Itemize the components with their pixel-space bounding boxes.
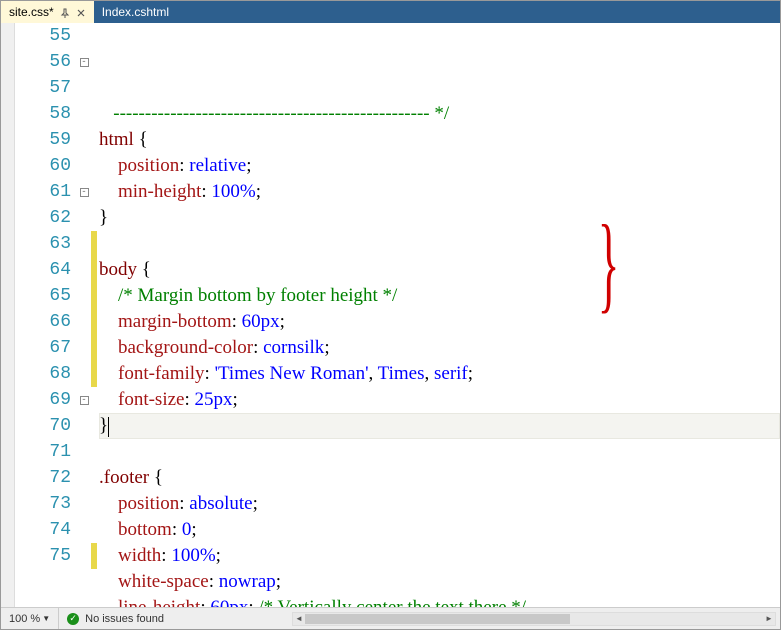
line-number: 71 [15, 439, 71, 465]
line-number: 73 [15, 491, 71, 517]
line-number: 74 [15, 517, 71, 543]
text-cursor [108, 417, 109, 437]
code-line[interactable]: line-height: 60px; /* Vertically center … [99, 595, 780, 607]
code-line[interactable]: position: absolute; [99, 491, 780, 517]
code-line[interactable]: white-space: nowrap; [99, 569, 780, 595]
tab-bar: site.css* Index.cshtml [1, 1, 780, 23]
code-line[interactable]: min-height: 100%; [99, 179, 780, 205]
line-number-gutter: 5556575859606162636465666768697071727374… [15, 23, 77, 607]
line-number: 69 [15, 387, 71, 413]
line-number: 60 [15, 153, 71, 179]
chevron-down-icon: ▼ [42, 614, 50, 623]
code-line[interactable]: bottom: 0; [99, 517, 780, 543]
status-message: ✓ No issues found [59, 613, 172, 625]
code-line[interactable]: html { [99, 127, 780, 153]
code-editor[interactable]: } --------------------------------------… [97, 23, 780, 607]
collapse-toggle-icon[interactable]: - [80, 58, 89, 67]
line-number: 61 [15, 179, 71, 205]
code-line[interactable] [99, 231, 780, 257]
close-icon[interactable] [76, 7, 86, 17]
code-line[interactable]: /* Margin bottom by footer height */ [99, 283, 780, 309]
line-number: 66 [15, 309, 71, 335]
editor-window: site.css* Index.cshtml 55565758596061626… [0, 0, 781, 630]
code-line[interactable]: font-size: 25px; [99, 387, 780, 413]
code-line[interactable]: } [99, 413, 780, 439]
tab-index-cshtml[interactable]: Index.cshtml [94, 1, 177, 23]
line-number: 57 [15, 75, 71, 101]
pin-icon[interactable] [60, 7, 70, 17]
tab-site-css[interactable]: site.css* [1, 1, 94, 23]
check-icon: ✓ [67, 613, 79, 625]
status-text: No issues found [85, 613, 164, 625]
code-line[interactable]: } [99, 205, 780, 231]
line-number: 72 [15, 465, 71, 491]
tab-label: site.css* [9, 5, 54, 19]
code-line[interactable] [99, 439, 780, 465]
collapse-toggle-icon[interactable]: - [80, 188, 89, 197]
editor-area: 5556575859606162636465666768697071727374… [1, 23, 780, 607]
scroll-left-arrow[interactable]: ◄ [293, 613, 305, 625]
code-line[interactable]: .footer { [99, 465, 780, 491]
line-number: 70 [15, 413, 71, 439]
line-number: 67 [15, 335, 71, 361]
line-number: 56 [15, 49, 71, 75]
outlining-column[interactable]: - - - [77, 23, 91, 607]
line-number: 64 [15, 257, 71, 283]
code-line[interactable]: margin-bottom: 60px; [99, 309, 780, 335]
line-number: 68 [15, 361, 71, 387]
code-line[interactable]: position: relative; [99, 153, 780, 179]
code-line[interactable]: font-family: 'Times New Roman', Times, s… [99, 361, 780, 387]
line-number: 62 [15, 205, 71, 231]
status-bar: 100 % ▼ ✓ No issues found ◄ ► [1, 607, 780, 629]
code-line[interactable]: body { [99, 257, 780, 283]
code-line[interactable]: background-color: cornsilk; [99, 335, 780, 361]
line-number: 58 [15, 101, 71, 127]
breakpoint-margin[interactable] [1, 23, 15, 607]
code-line[interactable]: ----------------------------------------… [99, 101, 780, 127]
code-line[interactable]: width: 100%; [99, 543, 780, 569]
zoom-selector[interactable]: 100 % ▼ [1, 608, 59, 629]
line-number: 65 [15, 283, 71, 309]
tab-label: Index.cshtml [102, 5, 169, 19]
line-number: 55 [15, 23, 71, 49]
horizontal-scrollbar[interactable]: ◄ ► [292, 612, 776, 626]
zoom-value: 100 % [9, 613, 40, 625]
scroll-right-arrow[interactable]: ► [763, 613, 775, 625]
line-number: 59 [15, 127, 71, 153]
line-number: 75 [15, 543, 71, 569]
line-number: 63 [15, 231, 71, 257]
scrollbar-thumb[interactable] [305, 614, 570, 624]
collapse-toggle-icon[interactable]: - [80, 396, 89, 405]
